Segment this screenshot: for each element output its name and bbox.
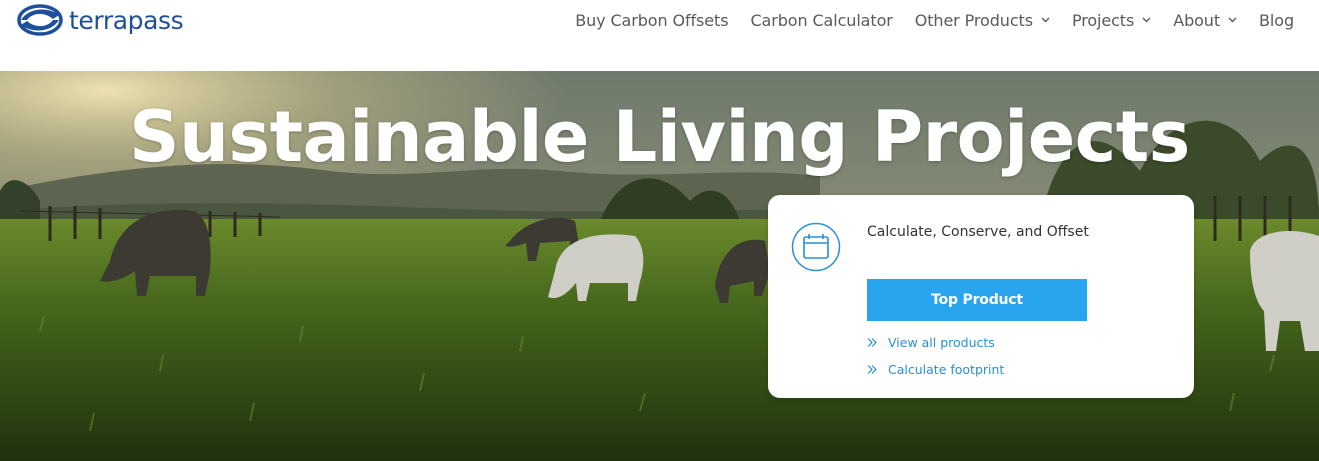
nav-carbon-calculator[interactable]: Carbon Calculator: [750, 11, 892, 30]
nav-label: Other Products: [914, 10, 1033, 30]
nav-projects[interactable]: Projects: [1072, 11, 1151, 30]
nav-label: Projects: [1071, 10, 1135, 30]
nav-label: Blog: [1259, 10, 1294, 30]
nav-other-products[interactable]: Other Products: [915, 11, 1050, 30]
nav-label: Carbon Calculator: [750, 10, 893, 30]
chevron-down-icon: [1228, 17, 1237, 23]
nav-label: Buy Carbon Offsets: [575, 10, 729, 30]
card-heading: Calculate, Conserve, and Offset: [867, 224, 1089, 240]
double-chevron-right-icon: [867, 338, 877, 347]
nav-label: About: [1173, 10, 1221, 30]
chevron-down-icon: [1142, 17, 1151, 23]
link-label: View all products: [888, 335, 995, 350]
view-all-products-link[interactable]: View all products: [867, 335, 995, 350]
chevron-down-icon: [1041, 17, 1050, 23]
hero-section: Sustainable Living Projects Calculate, C…: [0, 71, 1319, 461]
product-card: Calculate, Conserve, and Offset Top Prod…: [768, 195, 1194, 398]
terrapass-swirl-icon: [17, 4, 63, 36]
double-chevron-right-icon: [867, 365, 877, 374]
terrapass-logo[interactable]: terrapass: [15, 2, 184, 38]
nav-about[interactable]: About: [1173, 11, 1237, 30]
link-label: Calculate footprint: [888, 362, 1005, 377]
main-nav: Buy Carbon Offsets Carbon Calculator Oth…: [553, 0, 1294, 40]
brand-name: terrapass: [69, 5, 184, 35]
site-header: terrapass Buy Carbon Offsets Carbon Calc…: [0, 0, 1319, 71]
nav-buy-carbon-offsets[interactable]: Buy Carbon Offsets: [575, 11, 728, 30]
calendar-icon: [791, 222, 841, 272]
top-product-button[interactable]: Top Product: [867, 279, 1087, 321]
nav-blog[interactable]: Blog: [1259, 11, 1294, 30]
hero-title: Sustainable Living Projects: [129, 96, 1190, 178]
calculate-footprint-link[interactable]: Calculate footprint: [867, 362, 1004, 377]
